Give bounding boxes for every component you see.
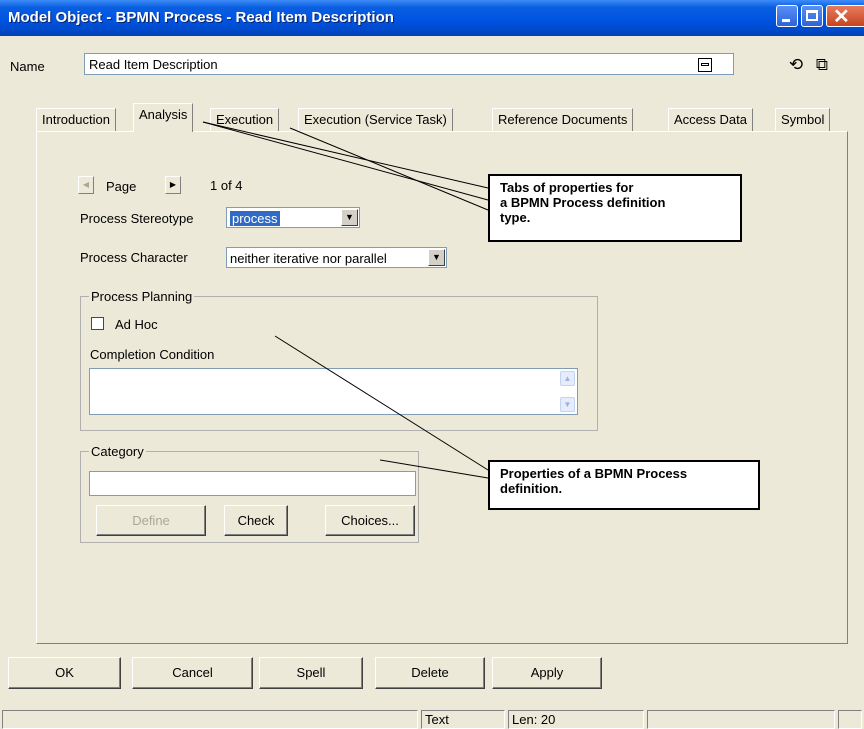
tab-execution[interactable]: Execution bbox=[210, 108, 280, 131]
tab-strip: Introduction Analysis Execution Executio… bbox=[36, 103, 848, 133]
title-bar: Model Object - BPMN Process - Read Item … bbox=[0, 0, 864, 36]
chevron-down-icon[interactable]: ▼ bbox=[428, 249, 445, 266]
adhoc-label: Ad Hoc bbox=[115, 317, 158, 332]
tab-execution-service-task[interactable]: Execution (Service Task) bbox=[298, 108, 453, 131]
tab-introduction[interactable]: Introduction bbox=[36, 108, 116, 131]
character-value: neither iterative nor parallel bbox=[230, 251, 387, 266]
adhoc-checkbox[interactable] bbox=[91, 317, 104, 330]
tabs-callout-note: Tabs of properties for a BPMN Process de… bbox=[488, 174, 742, 242]
props-note-line-2: definition. bbox=[500, 481, 563, 496]
cancel-button[interactable]: Cancel bbox=[132, 657, 253, 689]
tabs-note-line-3: type. bbox=[500, 210, 531, 225]
history-icon[interactable]: ⟲ bbox=[784, 53, 808, 77]
status-cell-end bbox=[838, 710, 862, 729]
status-length: Len: 20 bbox=[508, 710, 644, 729]
name-value: Read Item Description bbox=[89, 57, 218, 72]
delete-button[interactable]: Delete bbox=[375, 657, 485, 689]
name-label: Name bbox=[10, 59, 45, 74]
tab-symbol[interactable]: Symbol bbox=[775, 108, 831, 131]
name-edit-button[interactable] bbox=[698, 58, 712, 72]
stereotype-label: Process Stereotype bbox=[80, 211, 194, 226]
scroll-up-icon[interactable]: ▲ bbox=[560, 371, 575, 386]
minimize-icon[interactable] bbox=[776, 5, 798, 27]
apply-button[interactable]: Apply bbox=[492, 657, 602, 689]
tab-access-data[interactable]: Access Data bbox=[668, 108, 753, 131]
spell-button[interactable]: Spell bbox=[259, 657, 363, 689]
check-button[interactable]: Check bbox=[224, 505, 288, 536]
tabs-note-line-1: Tabs of properties for bbox=[500, 180, 634, 195]
stereotype-value: process bbox=[230, 211, 280, 226]
define-button[interactable]: Define bbox=[96, 505, 206, 536]
tab-reference-documents[interactable]: Reference Documents bbox=[492, 108, 634, 131]
tab-analysis[interactable]: Analysis bbox=[133, 103, 194, 132]
choices-button[interactable]: Choices... bbox=[325, 505, 415, 536]
chevron-down-icon[interactable]: ▼ bbox=[341, 209, 358, 226]
page-label: Page bbox=[106, 179, 137, 194]
character-select[interactable]: neither iterative nor parallel ▼ bbox=[226, 247, 447, 268]
category-input[interactable] bbox=[89, 471, 416, 496]
close-icon[interactable]: ✕ bbox=[826, 5, 864, 28]
page-status: 1 of 4 bbox=[210, 178, 243, 193]
window-title: Model Object - BPMN Process - Read Item … bbox=[8, 9, 394, 26]
tabs-note-line-2: a BPMN Process definition bbox=[500, 195, 666, 210]
completion-condition-label: Completion Condition bbox=[90, 347, 215, 362]
status-bar: Text Len: 20 bbox=[0, 708, 864, 729]
properties-callout-note: Properties of a BPMN Process definition. bbox=[488, 460, 760, 510]
maximize-icon[interactable] bbox=[801, 5, 823, 27]
completion-condition-input[interactable]: ▲ ▼ bbox=[89, 368, 578, 415]
prev-page-icon[interactable]: ◀ bbox=[78, 176, 94, 194]
open-window-icon[interactable]: ⧉ bbox=[810, 53, 834, 77]
scroll-down-icon[interactable]: ▼ bbox=[560, 397, 575, 412]
process-planning-title: Process Planning bbox=[89, 289, 195, 304]
name-field[interactable]: Read Item Description bbox=[84, 53, 734, 75]
props-note-line-1: Properties of a BPMN Process bbox=[500, 466, 688, 481]
ok-button[interactable]: OK bbox=[8, 657, 121, 689]
character-label: Process Character bbox=[80, 250, 188, 265]
status-cell-main bbox=[2, 710, 418, 729]
category-title: Category bbox=[89, 444, 146, 459]
stereotype-select[interactable]: process ▼ bbox=[226, 207, 360, 228]
status-text-type: Text bbox=[421, 710, 505, 729]
next-page-icon[interactable]: ▶ bbox=[165, 176, 181, 194]
status-cell-extra bbox=[647, 710, 835, 729]
